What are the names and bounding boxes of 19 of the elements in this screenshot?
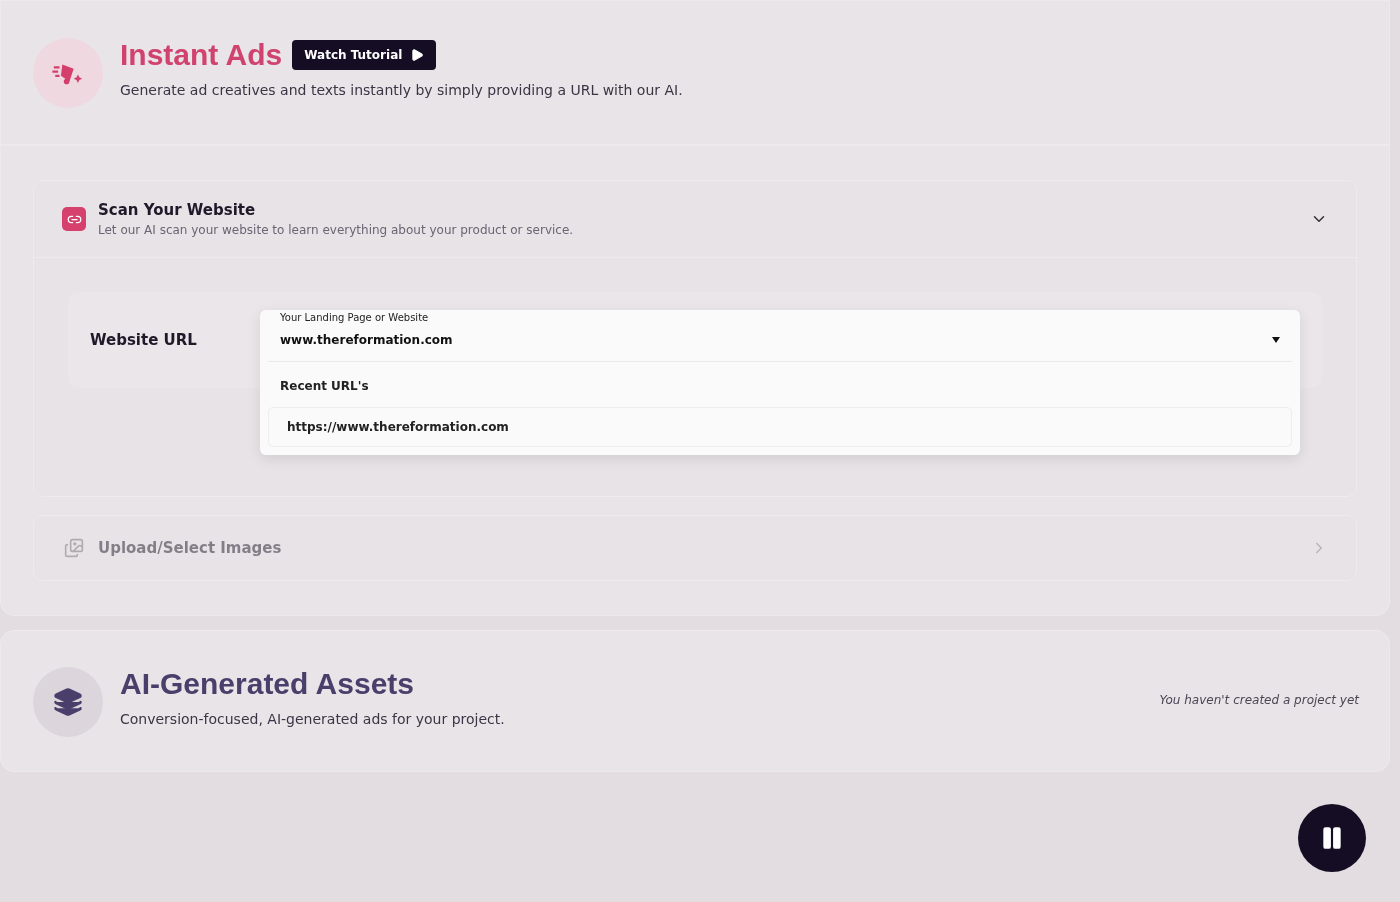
url-input-field[interactable]: www.thereformation.com xyxy=(280,333,1272,347)
watch-tutorial-button[interactable]: Watch Tutorial xyxy=(292,40,437,70)
play-icon xyxy=(410,48,425,62)
section-description: Let our AI scan your website to learn everything about your product or service. xyxy=(98,223,575,237)
recent-url-item[interactable]: https://www.thereformation.com xyxy=(268,407,1292,447)
page-title: Instant Ads xyxy=(120,38,283,72)
input-label: Your Landing Page or Website xyxy=(280,312,430,323)
caret-down-icon xyxy=(1272,337,1280,343)
assets-title: AI-Generated Assets xyxy=(120,667,415,701)
section-title: Upload/Select Images xyxy=(98,539,283,557)
images-icon xyxy=(62,536,86,560)
empty-note: You haven't created a project yet xyxy=(1159,693,1359,707)
field-label: Website URL xyxy=(90,331,197,349)
assets-description: Conversion-focused, AI-generated ads for your project. xyxy=(120,711,505,727)
page-subtitle: Generate ad creatives and texts instantly by simply providing a URL with our AI. xyxy=(120,82,683,98)
link-icon xyxy=(62,207,86,231)
accordion-header[interactable]: Scan Your Website Let our AI scan your website to learn everything about your product or service. xyxy=(34,181,1356,257)
dropdown-heading: Recent URL's xyxy=(279,378,370,395)
section-title: Scan Your Website xyxy=(98,201,257,219)
